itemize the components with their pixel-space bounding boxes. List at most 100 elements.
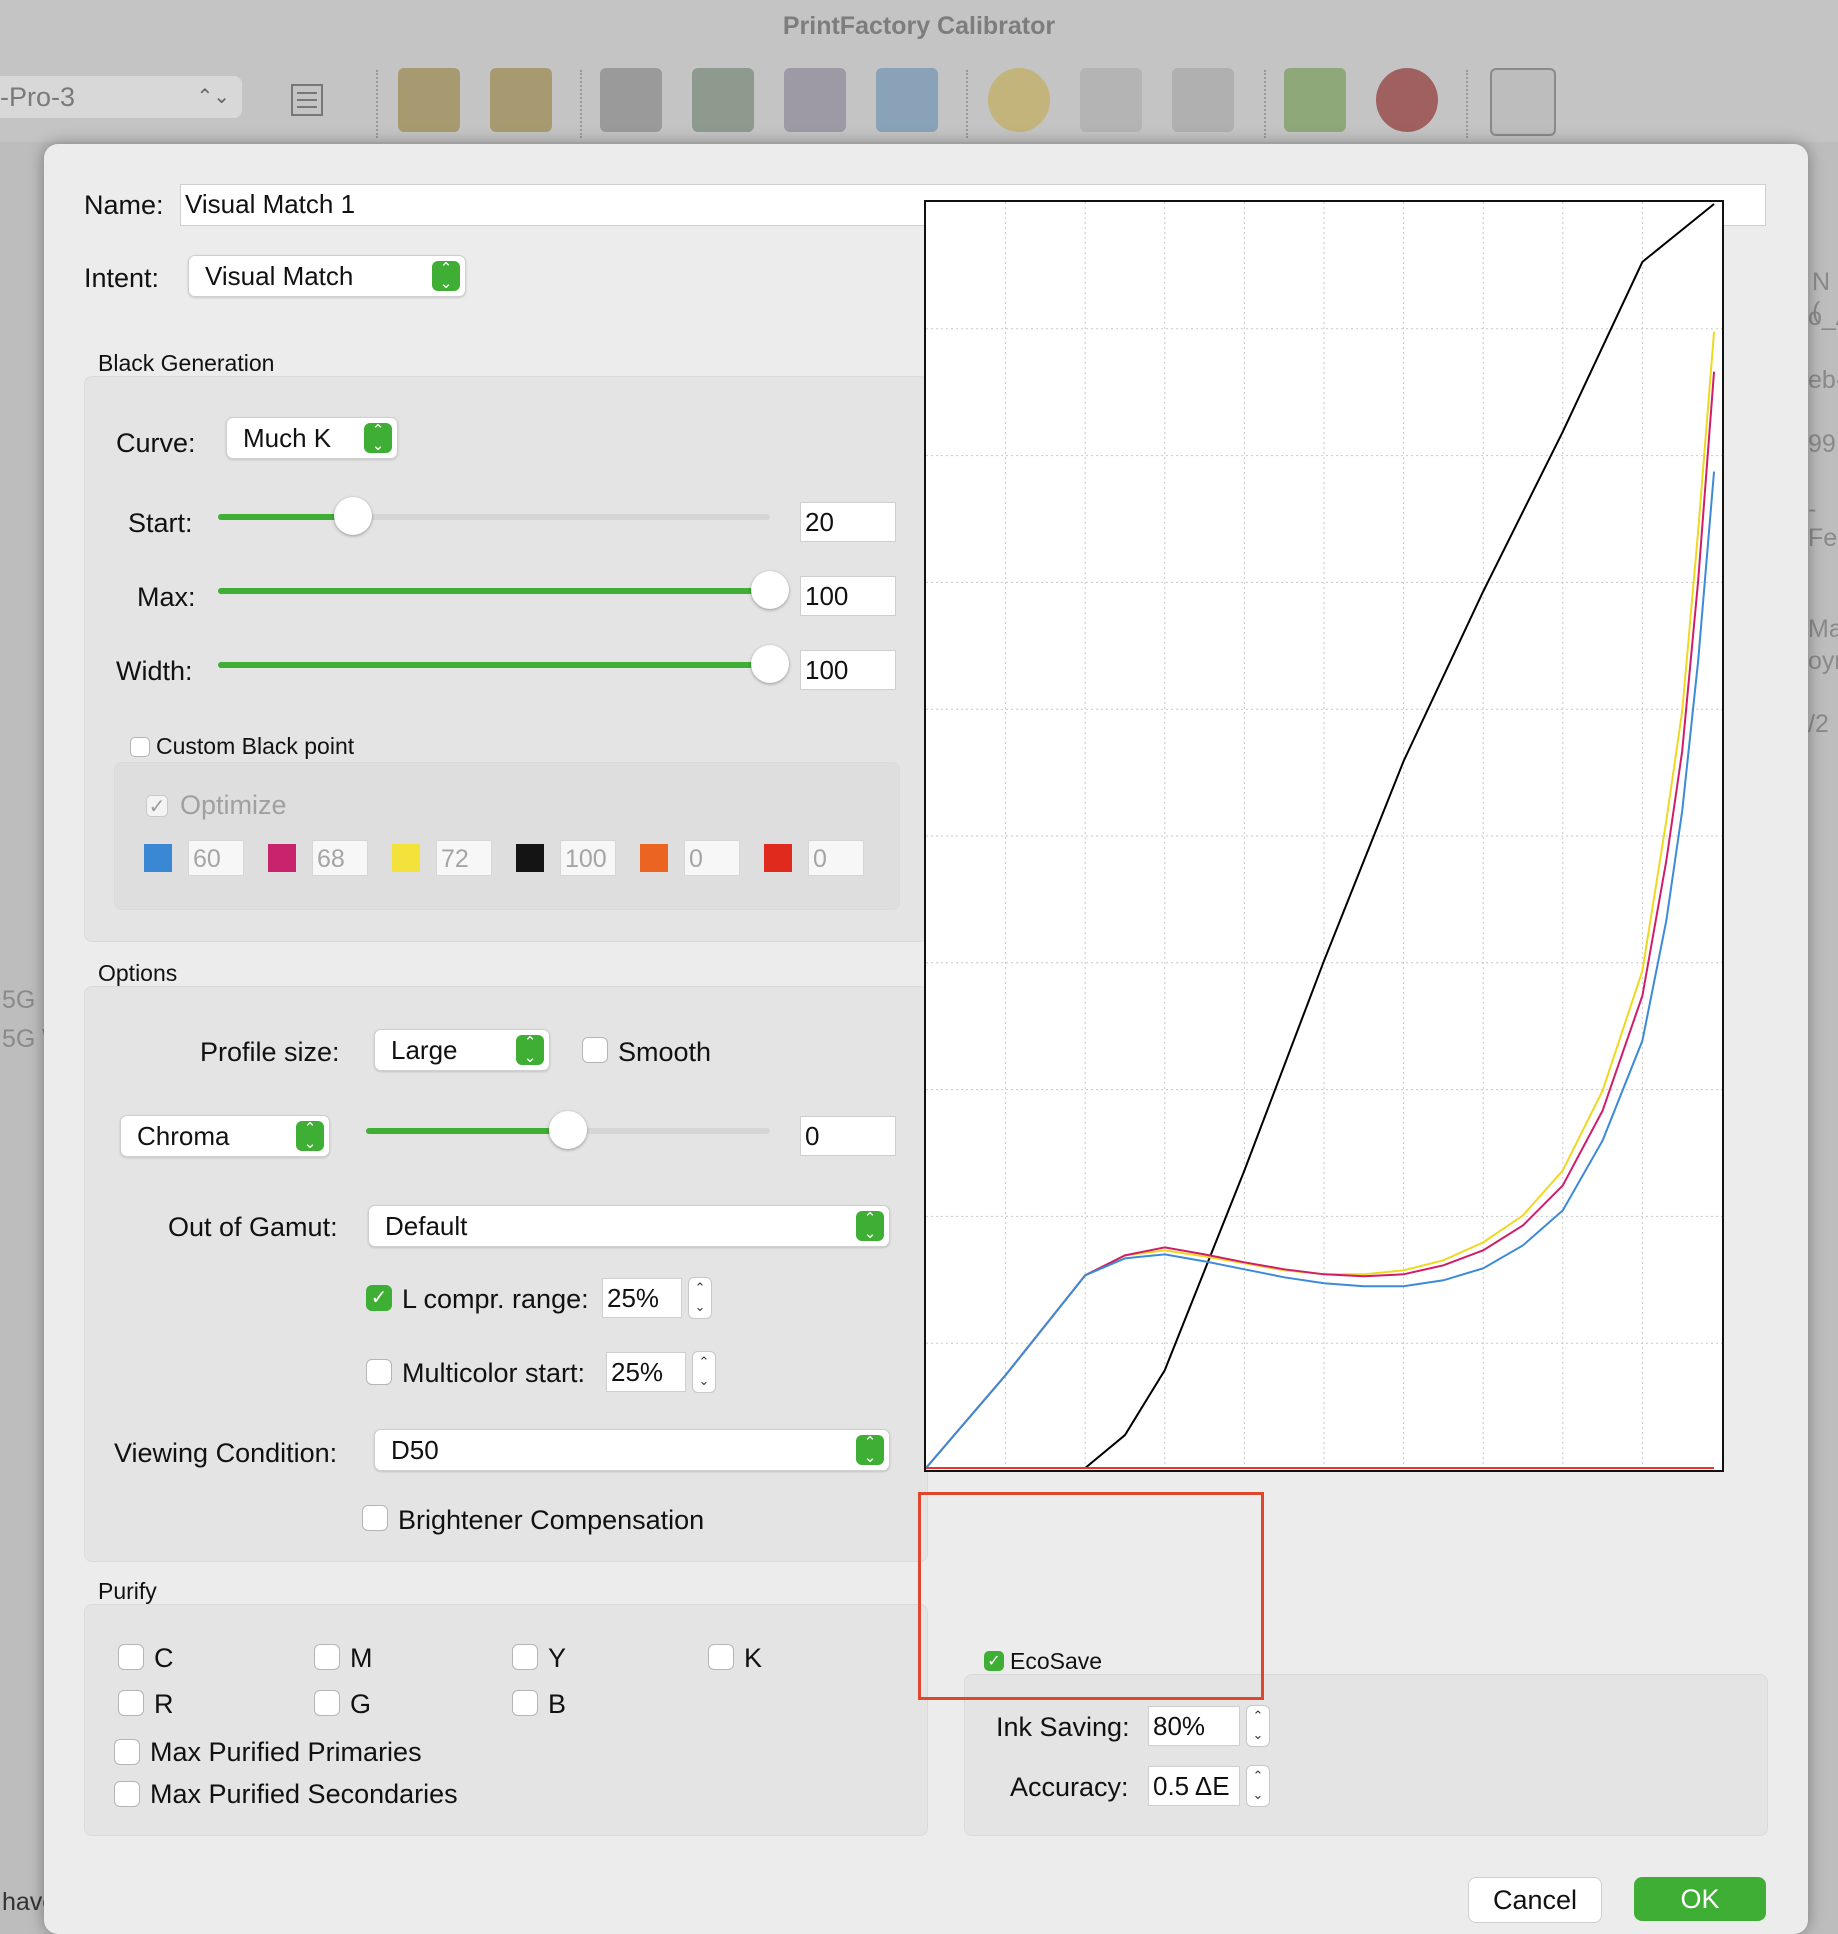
chevron-updown-icon: ⌃⌄: [196, 86, 230, 108]
purify-y-label: Y: [548, 1643, 567, 1673]
curve-select-value: Much K: [243, 423, 332, 453]
purify-m-checkbox[interactable]: [314, 1644, 340, 1670]
max-purified-primaries-checkbox[interactable]: [114, 1739, 140, 1765]
profile-size-label: Profile size:: [200, 1037, 340, 1067]
orange-value: 0: [684, 840, 740, 876]
ecosave-highlight-box: [918, 1492, 1264, 1700]
chevron-updown-icon: ⌃⌄: [516, 1035, 544, 1065]
l-compr-range-field[interactable]: 25%: [602, 1278, 682, 1318]
width-label: Width:: [116, 656, 193, 686]
purify-r-checkbox[interactable]: [118, 1690, 144, 1716]
max-slider-knob[interactable]: [751, 571, 789, 609]
tools-icon[interactable]: [1172, 68, 1234, 132]
black-value: 100: [560, 840, 616, 876]
magenta-value: 68: [312, 840, 368, 876]
bg-fragment: Ma: [1808, 615, 1838, 643]
width-field[interactable]: 100: [800, 650, 896, 690]
pencil-icon[interactable]: [876, 68, 938, 132]
purify-g-checkbox[interactable]: [314, 1690, 340, 1716]
brightener-compensation-checkbox[interactable]: [362, 1505, 388, 1531]
purify-c-checkbox[interactable]: [118, 1644, 144, 1670]
chroma-select-value: Chroma: [137, 1121, 230, 1151]
printer-select-value: -Pro-3: [0, 82, 76, 112]
cancel-button[interactable]: Cancel: [1468, 1877, 1602, 1923]
spot-color-icon[interactable]: [1284, 68, 1346, 132]
start-slider[interactable]: [218, 497, 770, 535]
smooth-label: Smooth: [618, 1037, 712, 1067]
custom-black-point-group: [114, 762, 900, 910]
smooth-checkbox[interactable]: [582, 1037, 608, 1063]
printer-select[interactable]: -Pro-3 ⌃⌄: [0, 76, 242, 118]
list-icon[interactable]: [288, 80, 328, 120]
purify-title: Purify: [98, 1578, 157, 1604]
bg-fragment: -Fe: [1808, 495, 1838, 552]
curve-edit-icon[interactable]: [1080, 68, 1142, 132]
start-field[interactable]: 20: [800, 502, 896, 542]
chart-series-line-1: [925, 331, 1716, 1469]
purify-k-label: K: [744, 1643, 763, 1673]
max-slider[interactable]: [218, 571, 789, 609]
purify-y-checkbox[interactable]: [512, 1644, 538, 1670]
printer-color-icon[interactable]: [784, 68, 846, 132]
l-compr-range-stepper[interactable]: ⌃ ⌄: [688, 1277, 712, 1319]
profile-size-select[interactable]: Large ⌃ ⌄: [374, 1029, 550, 1071]
accuracy-field[interactable]: 0.5 ΔE: [1148, 1766, 1240, 1806]
import-box-icon[interactable]: [398, 68, 460, 132]
intent-select[interactable]: Visual Match ⌃ ⌄: [188, 255, 466, 297]
chart-series-line-2: [925, 371, 1716, 1469]
bg-fragment: eb-: [1808, 366, 1838, 394]
chroma-field[interactable]: 0: [800, 1116, 896, 1156]
yellow-swatch: [392, 844, 420, 872]
panel-icon[interactable]: [1490, 68, 1556, 136]
optimize-checkbox[interactable]: ✓: [146, 795, 168, 818]
export-box-icon[interactable]: [490, 68, 552, 132]
l-compr-range-checkbox[interactable]: ✓: [366, 1285, 392, 1311]
chroma-slider-knob[interactable]: [549, 1111, 587, 1149]
out-of-gamut-select[interactable]: Default ⌃ ⌄: [368, 1205, 890, 1247]
out-of-gamut-select-value: Default: [385, 1211, 468, 1241]
purify-g-label: G: [350, 1689, 372, 1719]
start-slider-knob[interactable]: [334, 497, 373, 535]
award-ribbon-icon[interactable]: [1376, 68, 1438, 132]
black-swatch: [516, 844, 544, 872]
custom-black-point-checkbox[interactable]: [130, 737, 150, 757]
chevron-updown-icon: ⌃⌄: [856, 1211, 884, 1241]
viewing-condition-select[interactable]: D50 ⌃ ⌄: [374, 1429, 890, 1471]
l-compr-range-label: L compr. range:: [402, 1284, 589, 1314]
orange-swatch: [640, 844, 668, 872]
purify-k-checkbox[interactable]: [708, 1644, 734, 1670]
intent-select-value: Visual Match: [205, 261, 354, 291]
printer-add-icon[interactable]: [600, 68, 662, 132]
yellow-value: 72: [436, 840, 492, 876]
accuracy-stepper[interactable]: ⌃ ⌄: [1246, 1765, 1270, 1807]
brightener-compensation-label: Brightener Compensation: [398, 1505, 705, 1535]
curve-select[interactable]: Much K ⌃ ⌄: [226, 417, 398, 459]
start-slider-fill: [218, 514, 354, 520]
multicolor-start-checkbox[interactable]: [366, 1359, 392, 1385]
chevron-updown-icon: ⌃⌄: [432, 261, 460, 291]
max-purified-secondaries-checkbox[interactable]: [114, 1781, 140, 1807]
custom-black-point-label: Custom Black point: [156, 733, 355, 759]
ink-saving-field[interactable]: 80%: [1148, 1706, 1240, 1746]
bg-fragment: 99: [1808, 430, 1836, 458]
chroma-slider[interactable]: [366, 1111, 770, 1149]
width-slider[interactable]: [218, 645, 789, 683]
ok-button[interactable]: OK: [1634, 1877, 1766, 1921]
black-generation-title: Black Generation: [98, 350, 275, 376]
purify-b-checkbox[interactable]: [512, 1690, 538, 1716]
multicolor-start-field[interactable]: 25%: [606, 1352, 686, 1392]
ink-saving-stepper[interactable]: ⌃ ⌄: [1246, 1705, 1270, 1747]
purify-m-label: M: [350, 1643, 373, 1673]
printer-traffic-icon[interactable]: [692, 68, 754, 132]
chroma-select[interactable]: Chroma ⌃ ⌄: [120, 1115, 330, 1157]
multicolor-start-stepper[interactable]: ⌃ ⌄: [692, 1351, 716, 1393]
purify-c-label: C: [154, 1643, 174, 1673]
cyan-value: 60: [188, 840, 244, 876]
magenta-swatch: [268, 844, 296, 872]
bg-fragment: 5G: [2, 986, 36, 1014]
chevron-updown-icon: ⌃⌄: [856, 1435, 884, 1465]
sun-globe-icon[interactable]: [988, 68, 1050, 132]
bg-fragment: oyn: [1808, 647, 1838, 675]
max-field[interactable]: 100: [800, 576, 896, 616]
width-slider-knob[interactable]: [751, 645, 789, 683]
